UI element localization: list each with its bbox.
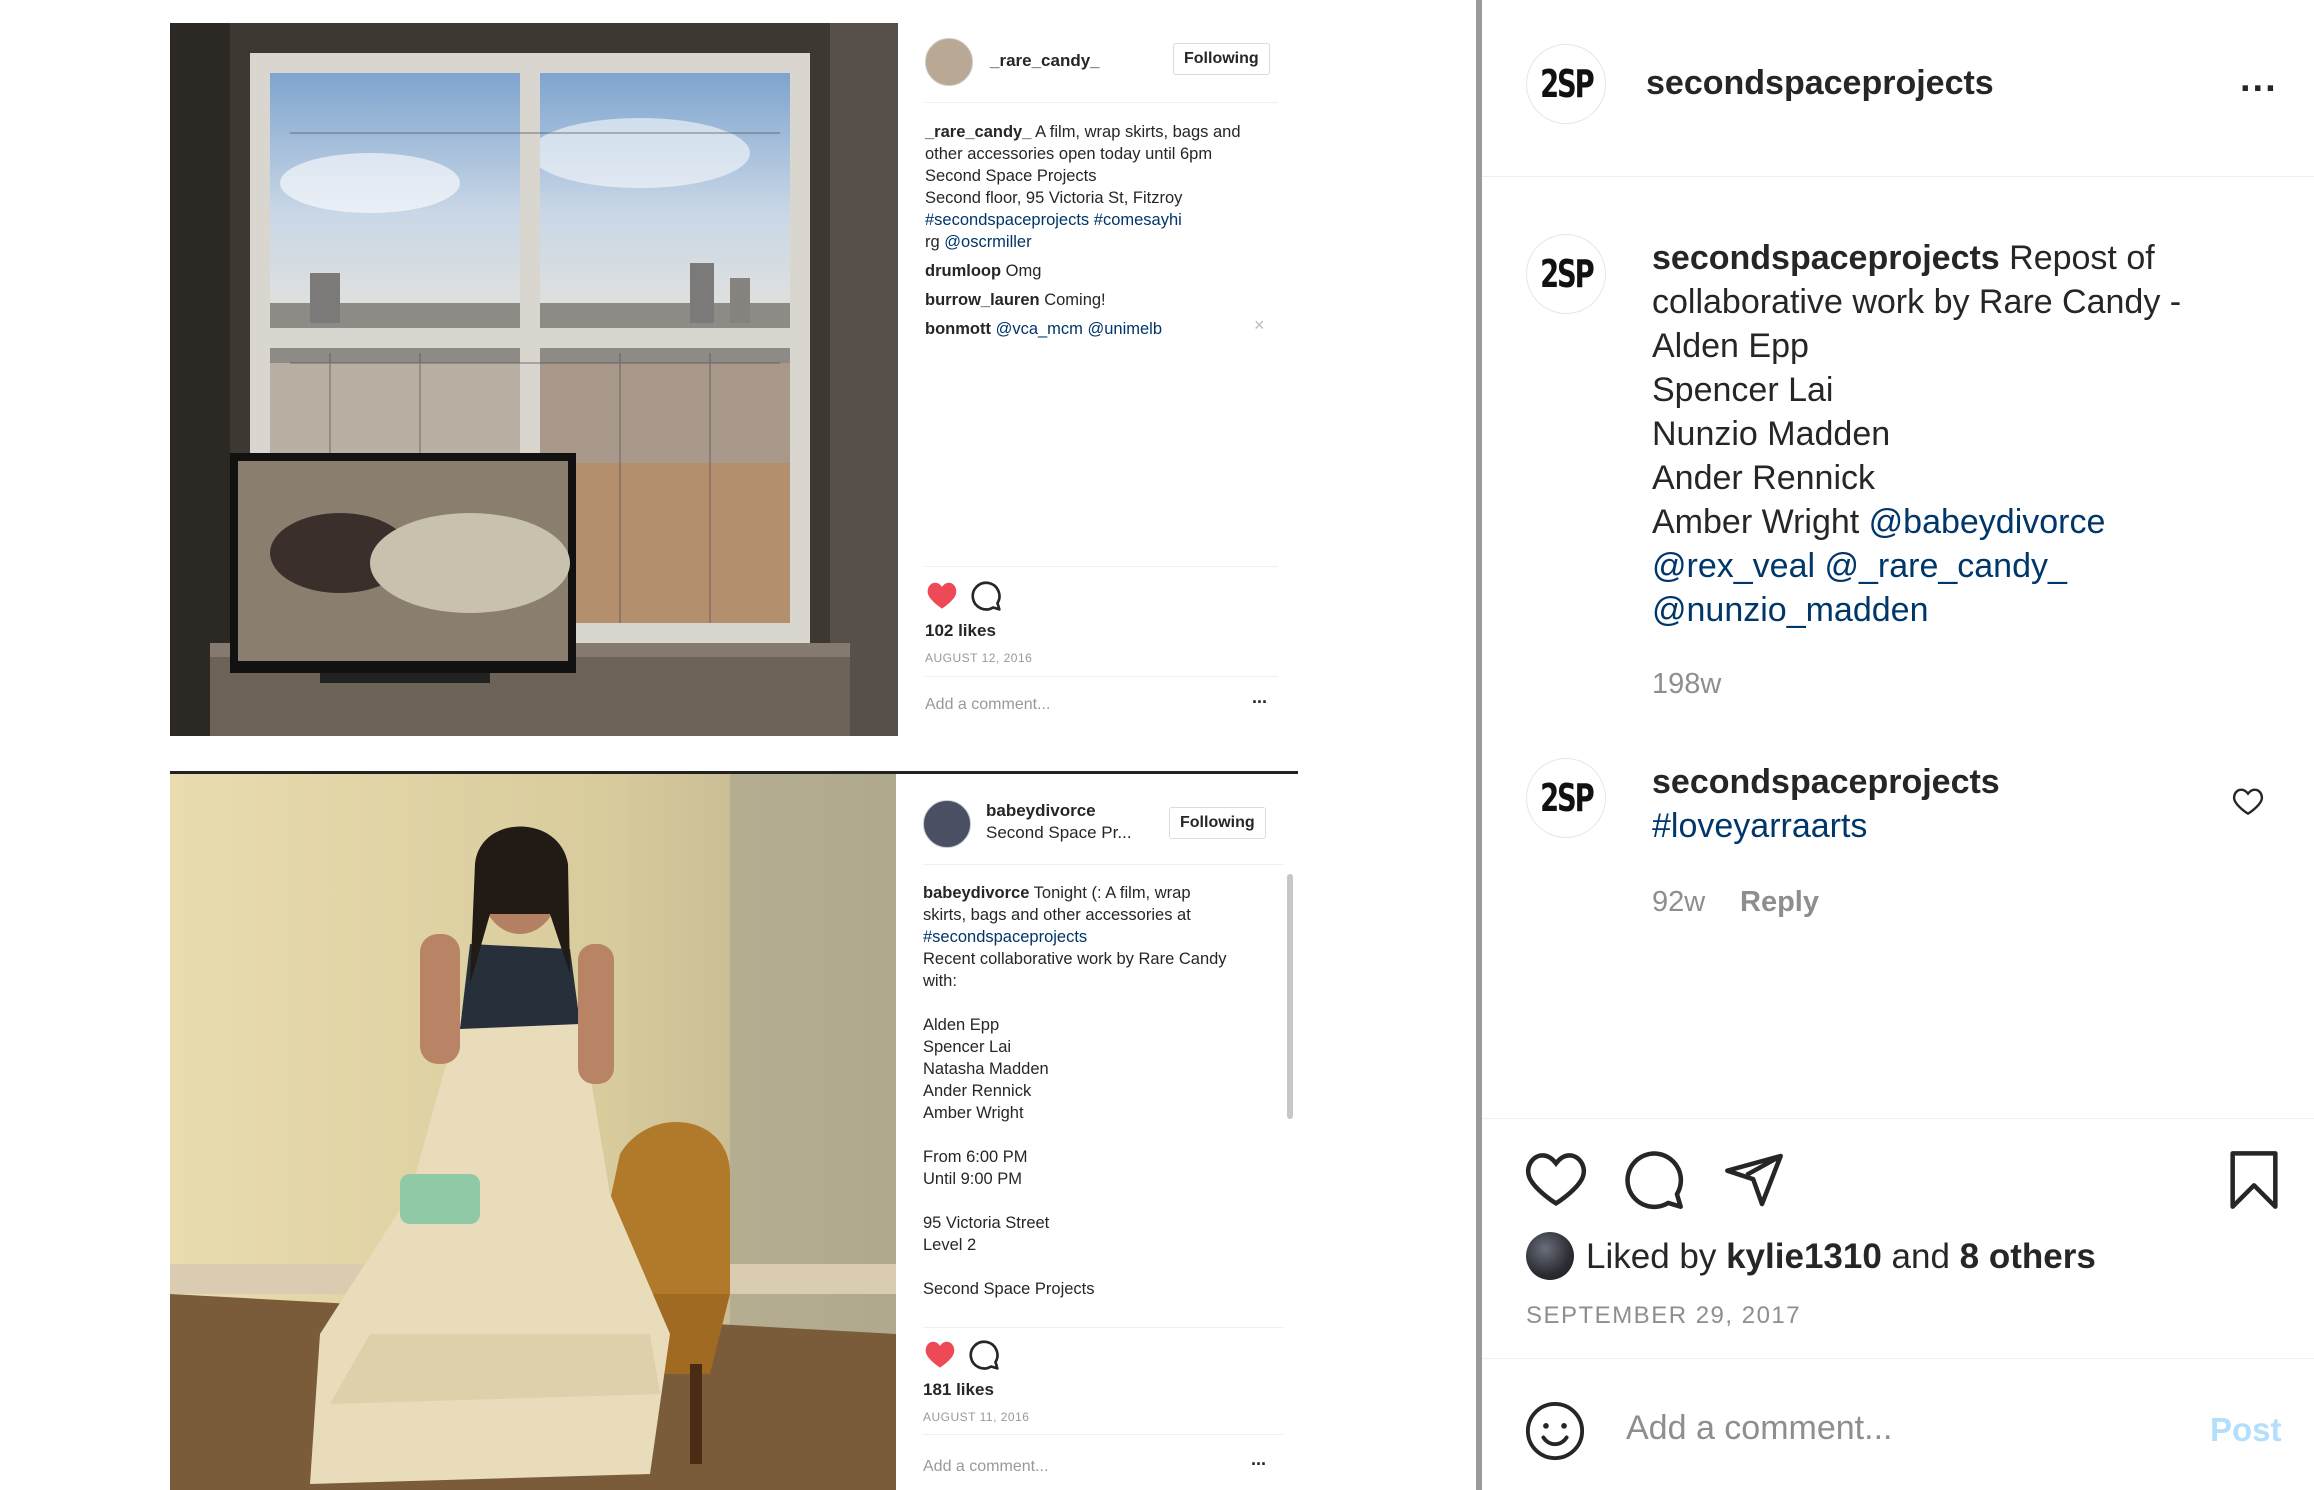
mini-add-comment: Add a comment...: [923, 1458, 1049, 1475]
like-icon[interactable]: [1524, 1148, 1588, 1208]
mini-caption-line: 95 Victoria Street: [923, 1214, 1050, 1232]
mention-link[interactable]: @babeydivorce: [1869, 503, 2106, 541]
caption-line: Alden Epp: [1652, 327, 1809, 365]
comment-icon: [971, 581, 1001, 611]
close-icon: ×: [1254, 315, 1265, 335]
actions-divider: [1482, 1118, 2314, 1119]
scrollbar: [1287, 874, 1293, 1119]
embedded-post-rare-candy: _rare_candy_ Following _rare_candy_ A fi…: [898, 23, 1280, 736]
heart-filled-icon: [927, 582, 957, 609]
reply-button[interactable]: Reply: [1740, 886, 1819, 919]
mini-caption-line: Natasha Madden: [923, 1060, 1049, 1078]
post-button[interactable]: Post: [2210, 1411, 2282, 1449]
mini-caption-line: other accessories open today until 6pm: [925, 145, 1213, 163]
divider: [925, 676, 1278, 677]
caption-username[interactable]: secondspaceprojects: [1652, 239, 2000, 277]
mini-likes: 181 likes: [923, 1380, 994, 1399]
caption-line: Amber Wright @babeydivorce: [1652, 503, 2106, 541]
comment-hashtag[interactable]: #loveyarraarts: [1652, 804, 1867, 848]
mini-likes: 102 likes: [925, 621, 996, 640]
divider: [925, 102, 1278, 103]
avatar: [925, 38, 973, 86]
mention-links[interactable]: @rex_veal @_rare_candy_: [1652, 544, 2067, 588]
comment-age[interactable]: 92w: [1652, 886, 1705, 919]
header-avatar[interactable]: 2SP: [1526, 44, 1606, 124]
divider: [923, 1434, 1283, 1435]
more-icon: ...: [1251, 1449, 1267, 1469]
photo-person-gown: [170, 771, 896, 1490]
comment-username[interactable]: secondspaceprojects: [1652, 760, 2000, 804]
header-username[interactable]: secondspaceprojects: [1646, 64, 1994, 103]
save-bookmark-icon[interactable]: [2226, 1148, 2282, 1212]
comment-icon: [969, 1340, 999, 1370]
mini-add-comment: Add a comment...: [925, 696, 1051, 713]
liked-by-user[interactable]: kylie1310: [1726, 1237, 1882, 1276]
more-options-icon[interactable]: ...: [2240, 58, 2278, 101]
mini-comment: burrow_lauren Coming!: [925, 291, 1106, 309]
post-details-panel: 2SP secondspaceprojects ... 2SP secondsp…: [1482, 0, 2314, 1490]
post-date[interactable]: SEPTEMBER 29, 2017: [1526, 1302, 1801, 1330]
post-image: _rare_candy_ Following _rare_candy_ A fi…: [0, 0, 1476, 1490]
caption-age[interactable]: 198w: [1652, 668, 1721, 701]
mini-caption: _rare_candy_ A film, wrap skirts, bags a…: [925, 123, 1241, 141]
mini-caption-line: Recent collaborative work by Rare Candy: [923, 950, 1227, 968]
mini-comment: bonmott @vca_mcm @unimelb: [925, 320, 1163, 338]
embedded-post-babeydivorce: babeydivorce Second Space Pr... Followin…: [896, 771, 1298, 1490]
mini-hashtag: #secondspaceprojects: [923, 928, 1088, 946]
mini-caption: babeydivorce Tonight (: A film, wrap: [923, 884, 1191, 902]
following-button: Following: [1173, 43, 1270, 75]
mini-username: babeydivorce: [986, 801, 1096, 820]
mini-username: _rare_candy_: [990, 51, 1100, 70]
caption-first-line: secondspaceprojects Repost of: [1652, 239, 2155, 277]
mini-location: Second Space Pr...: [986, 823, 1132, 842]
mini-caption-line: with:: [923, 972, 957, 990]
mention-link[interactable]: @nunzio_madden: [1652, 588, 1928, 632]
mini-caption-line: Second Space Projects: [923, 1280, 1095, 1298]
mini-credit: rg @oscrmiller: [925, 233, 1032, 251]
mini-caption-line: Until 9:00 PM: [923, 1170, 1023, 1188]
mini-date: AUGUST 11, 2016: [923, 1410, 1030, 1424]
comment-input[interactable]: Add a comment...: [1626, 1409, 1892, 1448]
mini-caption-line: Spencer Lai: [923, 1038, 1012, 1056]
liked-by-others[interactable]: 8 others: [1960, 1237, 2096, 1276]
emoji-icon[interactable]: [1524, 1400, 1586, 1462]
heart-filled-icon: [925, 1341, 955, 1368]
mini-date: AUGUST 12, 2016: [925, 651, 1033, 665]
mini-caption-line: Ander Rennick: [923, 1082, 1032, 1100]
comment-avatar[interactable]: 2SP: [1526, 758, 1606, 838]
caption-line: Spencer Lai: [1652, 371, 1834, 409]
divider: [923, 1327, 1283, 1328]
caption-line: Ander Rennick: [1652, 459, 1876, 497]
liked-by-text: Liked by kylie1310 and 8 others: [1586, 1237, 2096, 1276]
comment-box-divider: [1482, 1358, 2314, 1359]
mini-caption-line: Second floor, 95 Victoria St, Fitzroy: [925, 189, 1183, 207]
divider: [925, 566, 1278, 567]
avatar: [923, 800, 971, 848]
following-button: Following: [1169, 807, 1266, 839]
mini-caption-line: Level 2: [923, 1236, 977, 1254]
more-icon: ...: [1252, 687, 1268, 707]
header-divider: [1482, 176, 2314, 177]
mini-caption-line: Alden Epp: [923, 1016, 1000, 1034]
liker-avatar[interactable]: [1526, 1232, 1574, 1280]
mini-comment: drumloop Omg: [925, 262, 1042, 280]
caption-line: Nunzio Madden: [1652, 415, 1891, 453]
mini-caption-line: Second Space Projects: [925, 167, 1097, 185]
mini-caption-line: From 6:00 PM: [923, 1148, 1028, 1166]
mini-hashtags: #secondspaceprojects #comesayhi: [925, 211, 1182, 229]
comment-icon[interactable]: [1622, 1148, 1686, 1212]
share-icon[interactable]: [1722, 1148, 1786, 1212]
mini-caption-line: Amber Wright: [923, 1104, 1024, 1122]
caption-avatar[interactable]: 2SP: [1526, 234, 1606, 314]
comment-like-icon[interactable]: [2232, 786, 2264, 816]
mini-caption-line: skirts, bags and other accessories at: [923, 906, 1191, 924]
caption-line: collaborative work by Rare Candy -: [1652, 283, 2182, 321]
photo-window-tv: [170, 23, 898, 736]
divider: [923, 864, 1283, 865]
